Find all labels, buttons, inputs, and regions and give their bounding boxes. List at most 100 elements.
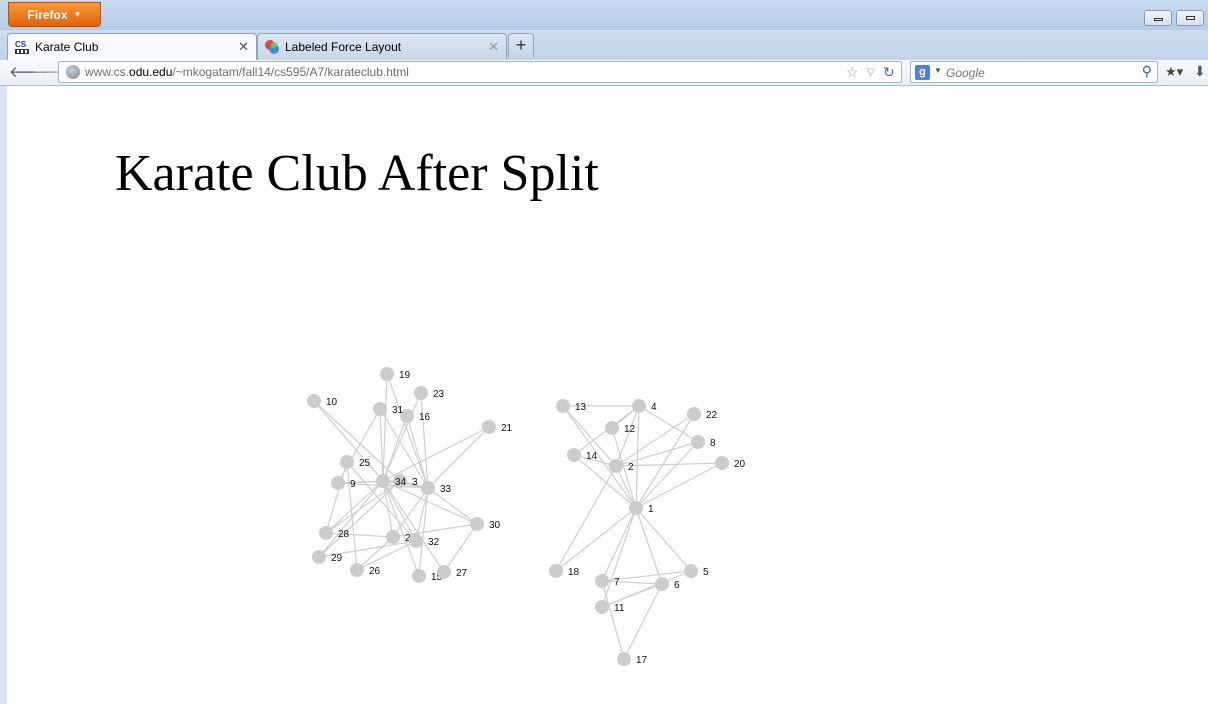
node-label: 31 bbox=[392, 405, 404, 416]
node-label: 7 bbox=[614, 577, 620, 588]
node-circle[interactable] bbox=[386, 530, 400, 544]
node-circle[interactable] bbox=[617, 652, 631, 666]
graph-node-1[interactable]: 1 bbox=[629, 501, 654, 515]
node-label: 4 bbox=[651, 402, 657, 413]
node-circle[interactable] bbox=[470, 517, 484, 531]
node-label: 25 bbox=[359, 458, 371, 469]
graph-node-22[interactable]: 22 bbox=[687, 407, 718, 421]
graph-node-9[interactable]: 9 bbox=[331, 476, 356, 490]
node-label: 6 bbox=[674, 580, 680, 591]
graph-node-29[interactable]: 29 bbox=[312, 550, 343, 564]
node-circle[interactable] bbox=[350, 563, 364, 577]
graph-edge bbox=[601, 507, 637, 582]
graph-node-23[interactable]: 23 bbox=[414, 386, 445, 400]
node-label: 12 bbox=[624, 424, 636, 435]
node-circle[interactable] bbox=[715, 456, 729, 470]
node-label: 13 bbox=[575, 402, 587, 413]
node-label: 3 bbox=[412, 477, 418, 488]
graph-edge bbox=[427, 426, 490, 489]
graph-node-31[interactable]: 31 bbox=[373, 402, 404, 416]
graph-node-18[interactable]: 18 bbox=[549, 564, 580, 578]
node-label: 22 bbox=[706, 410, 718, 421]
node-circle[interactable] bbox=[482, 420, 496, 434]
graph-node-25[interactable]: 25 bbox=[340, 455, 371, 469]
node-circle[interactable] bbox=[691, 435, 705, 449]
graph-edge bbox=[318, 480, 384, 558]
node-circle[interactable] bbox=[373, 402, 387, 416]
graph-node-5[interactable]: 5 bbox=[684, 564, 709, 578]
node-circle[interactable] bbox=[687, 407, 701, 421]
node-circle[interactable] bbox=[609, 459, 623, 473]
node-circle[interactable] bbox=[376, 474, 390, 488]
node-label: 9 bbox=[350, 479, 356, 490]
graph-edge bbox=[635, 507, 663, 585]
node-circle[interactable] bbox=[331, 476, 345, 490]
graph-edge bbox=[601, 580, 625, 660]
graph-node-8[interactable]: 8 bbox=[691, 435, 716, 449]
node-circle[interactable] bbox=[549, 564, 563, 578]
node-label: 8 bbox=[710, 438, 716, 449]
node-circle[interactable] bbox=[655, 577, 669, 591]
graph-node-20[interactable]: 20 bbox=[715, 456, 746, 470]
graph-node-19[interactable]: 19 bbox=[380, 367, 411, 381]
graph-node-4[interactable]: 4 bbox=[632, 399, 657, 413]
graph-node-30[interactable]: 30 bbox=[470, 517, 501, 531]
node-label: 34 bbox=[395, 477, 407, 488]
graph-edge bbox=[325, 461, 348, 534]
graph-node-12[interactable]: 12 bbox=[605, 421, 636, 435]
node-circle[interactable] bbox=[632, 399, 646, 413]
node-label: 27 bbox=[456, 568, 468, 579]
node-circle[interactable] bbox=[437, 565, 451, 579]
graph-node-7[interactable]: 7 bbox=[595, 574, 620, 588]
node-circle[interactable] bbox=[595, 574, 609, 588]
graph-node-27[interactable]: 27 bbox=[437, 565, 468, 579]
node-label: 10 bbox=[326, 397, 338, 408]
node-circle[interactable] bbox=[629, 501, 643, 515]
graph-node-10[interactable]: 10 bbox=[307, 394, 338, 408]
graph-edge bbox=[555, 465, 617, 572]
graph-edge bbox=[313, 400, 384, 482]
graph-edge bbox=[601, 583, 663, 608]
graph-node-16[interactable]: 16 bbox=[400, 409, 431, 423]
node-circle[interactable] bbox=[412, 569, 426, 583]
graph-edge bbox=[635, 405, 640, 509]
node-circle[interactable] bbox=[340, 455, 354, 469]
node-circle[interactable] bbox=[684, 564, 698, 578]
graph-node-14[interactable]: 14 bbox=[567, 448, 598, 462]
graph-edge bbox=[635, 413, 695, 509]
node-circle[interactable] bbox=[319, 526, 333, 540]
node-circle[interactable] bbox=[605, 421, 619, 435]
graph-node-6[interactable]: 6 bbox=[655, 577, 680, 591]
graph-node-17[interactable]: 17 bbox=[617, 652, 648, 666]
graph-node-26[interactable]: 26 bbox=[350, 563, 381, 577]
graph-edge bbox=[382, 426, 490, 482]
node-label: 23 bbox=[433, 389, 445, 400]
node-label: 18 bbox=[568, 567, 580, 578]
node-circle[interactable] bbox=[380, 367, 394, 381]
node-label: 16 bbox=[419, 412, 431, 423]
node-label: 30 bbox=[489, 520, 501, 531]
node-label: 19 bbox=[399, 370, 411, 381]
node-circle[interactable] bbox=[421, 481, 435, 495]
graph-edge bbox=[346, 461, 417, 542]
graph-edge bbox=[635, 462, 723, 509]
node-circle[interactable] bbox=[567, 448, 581, 462]
node-label: 14 bbox=[586, 451, 598, 462]
node-label: 29 bbox=[331, 553, 343, 564]
node-circle[interactable] bbox=[307, 394, 321, 408]
graph-node-33[interactable]: 33 bbox=[421, 481, 452, 495]
graph-node-32[interactable]: 32 bbox=[409, 534, 440, 548]
node-circle[interactable] bbox=[595, 600, 609, 614]
graph-node-21[interactable]: 21 bbox=[482, 420, 513, 434]
node-circle[interactable] bbox=[414, 386, 428, 400]
node-circle[interactable] bbox=[312, 550, 326, 564]
node-label: 28 bbox=[338, 529, 350, 540]
graph-edge bbox=[427, 487, 478, 525]
graph-edge bbox=[555, 507, 637, 572]
force-graph[interactable]: 1234567891011121314151617181920212223242… bbox=[0, 0, 1208, 704]
node-circle[interactable] bbox=[409, 534, 423, 548]
node-label: 26 bbox=[369, 566, 381, 577]
node-circle[interactable] bbox=[556, 399, 570, 413]
node-label: 32 bbox=[428, 537, 440, 548]
node-label: 1 bbox=[648, 504, 654, 515]
